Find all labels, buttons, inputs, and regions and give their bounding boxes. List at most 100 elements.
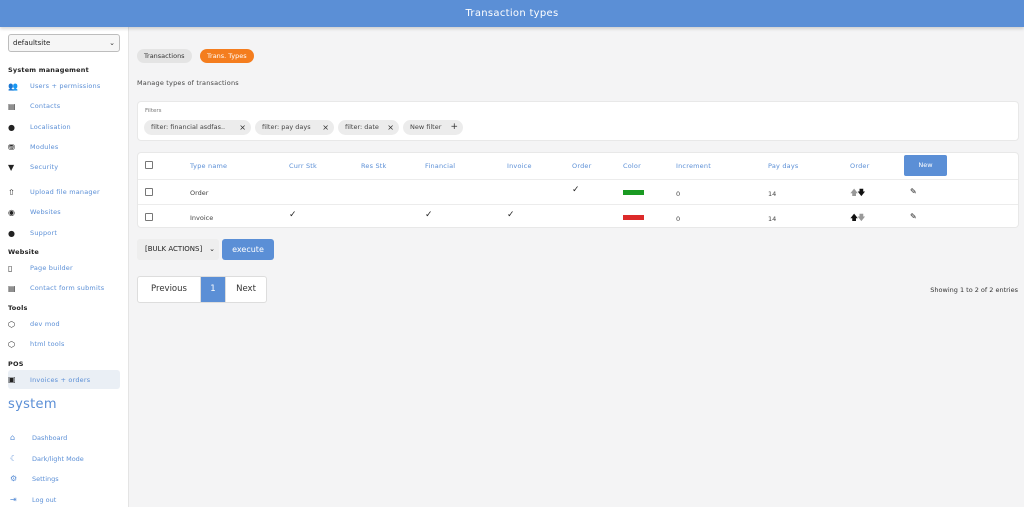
execute-button[interactable]: execute	[222, 239, 274, 260]
sidebar-item-label: Contacts	[30, 102, 61, 110]
tab-transactions[interactable]: Transactions	[137, 49, 192, 63]
row-pay-days: 14	[768, 190, 777, 198]
close-icon[interactable]: ×	[387, 120, 394, 135]
close-icon[interactable]: ×	[322, 120, 329, 135]
divider	[138, 179, 1018, 180]
col-financial[interactable]: Financial	[425, 162, 455, 170]
cube-icon: ⬡	[8, 319, 16, 329]
next-page-button[interactable]: Next	[225, 277, 266, 302]
new-filter-button[interactable]: New filter +	[403, 120, 463, 135]
sidebar-item-label: Security	[30, 163, 59, 171]
home-icon: ⌂	[10, 433, 16, 442]
sidebar-item-label: Support	[30, 229, 58, 237]
site-select[interactable]: defaultsite ⌄	[8, 34, 120, 52]
tab-trans-types[interactable]: Trans. Types	[200, 49, 254, 63]
upload-icon: ⇧	[8, 187, 15, 197]
transaction-types-table: Type name Curr Stk Res Stk Financial Inv…	[137, 152, 1019, 228]
filter-chip-pay-days[interactable]: filter: pay days ×	[255, 120, 334, 135]
filters-panel: Filters filter: financial asdfas.. × fil…	[137, 101, 1019, 141]
globe-icon: ●	[8, 122, 16, 132]
cube-icon: ⬡	[8, 339, 16, 349]
sidebar-item-html-tools[interactable]: ⬡ html tools	[8, 335, 120, 353]
modules-icon: ⛃	[8, 142, 15, 152]
filters-label: Filters	[145, 108, 162, 114]
col-type-name[interactable]: Type name	[190, 162, 227, 170]
edit-icon[interactable]: ✎	[910, 212, 917, 221]
col-order[interactable]: Order	[572, 162, 591, 170]
users-icon: 👥	[8, 81, 19, 91]
sidebar-item-localisation[interactable]: ● Localisation	[8, 118, 120, 136]
row-pay-days: 14	[768, 215, 777, 223]
sidebar-item-modules[interactable]: ⛃ Modules	[8, 138, 120, 156]
col-curr-stk[interactable]: Curr Stk	[289, 162, 317, 170]
sidebar-item-label: Upload file manager	[30, 188, 100, 196]
page-1-button[interactable]: 1	[201, 277, 225, 302]
col-invoice[interactable]: Invoice	[507, 162, 532, 170]
sidebar-item-security[interactable]: ▼ Security	[8, 158, 120, 176]
sidebar-item-label: Contact form submits	[30, 284, 105, 292]
sidebar-item-label: Log out	[32, 495, 57, 504]
row-type-name: Invoice	[190, 214, 214, 222]
section-system-management: System management	[8, 66, 89, 74]
previous-page-button[interactable]: Previous	[138, 277, 201, 302]
sidebar-item-label: Websites	[30, 208, 61, 216]
section-pos: POS	[8, 360, 24, 368]
filter-chip-date[interactable]: filter: date ×	[338, 120, 399, 135]
support-icon: ●	[8, 228, 16, 238]
section-tools: Tools	[8, 304, 28, 312]
sidebar-item-websites[interactable]: ◉ Websites	[8, 203, 120, 221]
bulk-actions-select[interactable]: [BULK ACTIONS] ⌄	[137, 239, 219, 260]
close-icon[interactable]: ×	[239, 120, 246, 135]
sidebar-item-label: Dark/light Mode	[32, 454, 84, 463]
sidebar-item-dashboard[interactable]: ⌂ Dashboard	[10, 433, 67, 442]
filter-chip-financial[interactable]: filter: financial asdfas.. ×	[144, 120, 251, 135]
row-type-name: Order	[190, 189, 209, 197]
new-button[interactable]: New	[904, 155, 947, 176]
page-title: Transaction types	[0, 0, 1024, 27]
divider	[138, 204, 1018, 205]
color-swatch	[623, 215, 644, 220]
col-increment[interactable]: Increment	[676, 162, 711, 170]
row-checkbox[interactable]	[145, 188, 153, 196]
page-icon: ▯	[8, 263, 13, 273]
sidebar-item-contact-forms[interactable]: ▤ Contact form submits	[8, 279, 120, 297]
chevron-down-icon: ⌄	[109, 39, 115, 47]
select-all-checkbox[interactable]	[145, 161, 153, 169]
logout-icon: ⇥	[10, 495, 17, 504]
system-title: system	[8, 397, 57, 412]
contacts-icon: ▤	[8, 101, 16, 111]
row-increment: 0	[676, 215, 681, 223]
sidebar-item-label: Settings	[32, 474, 59, 483]
sidebar-item-dev-mod[interactable]: ⬡ dev mod	[8, 315, 120, 333]
sidebar-item-upload[interactable]: ⇧ Upload file manager	[8, 183, 120, 201]
check-icon: ✓	[425, 210, 433, 220]
entries-info: Showing 1 to 2 of 2 entries	[930, 286, 1018, 294]
sidebar-item-contacts[interactable]: ▤ Contacts	[8, 97, 120, 115]
sidebar-item-label: dev mod	[30, 320, 60, 328]
col-pay-days[interactable]: Pay days	[768, 162, 798, 170]
sidebar-item-logout[interactable]: ⇥ Log out	[10, 495, 56, 504]
chip-label: filter: financial asdfas..	[151, 123, 226, 131]
sidebar-item-label: Page builder	[30, 264, 73, 272]
gear-icon: ⚙	[10, 474, 18, 483]
sidebar-item-invoices[interactable]: ▣ Invoices + orders	[8, 370, 120, 389]
chip-label: filter: pay days	[262, 123, 311, 131]
security-icon: ▼	[8, 162, 15, 172]
edit-icon[interactable]: ✎	[910, 187, 917, 196]
sidebar-item-settings[interactable]: ⚙ Settings	[10, 474, 59, 483]
col-order-sort[interactable]: Order	[850, 162, 869, 170]
sidebar-item-users[interactable]: 👥 Users + permissions	[8, 77, 120, 95]
row-checkbox[interactable]	[145, 213, 153, 221]
arrow-down-icon[interactable]: 🡇	[857, 188, 865, 197]
color-swatch	[623, 190, 644, 195]
col-color[interactable]: Color	[623, 162, 641, 170]
arrow-down-icon[interactable]: 🡇	[857, 213, 865, 222]
check-icon: ✓	[289, 210, 297, 220]
row-order-arrows: 🡅🡇	[850, 187, 866, 201]
pagination: Previous 1 Next	[137, 276, 267, 303]
sidebar-item-dark-light[interactable]: ☾ Dark/light Mode	[10, 454, 84, 463]
sidebar-item-page-builder[interactable]: ▯ Page builder	[8, 259, 120, 277]
col-res-stk[interactable]: Res Stk	[361, 162, 387, 170]
sidebar-item-support[interactable]: ● Support	[8, 224, 120, 242]
form-icon: ▤	[8, 283, 16, 293]
